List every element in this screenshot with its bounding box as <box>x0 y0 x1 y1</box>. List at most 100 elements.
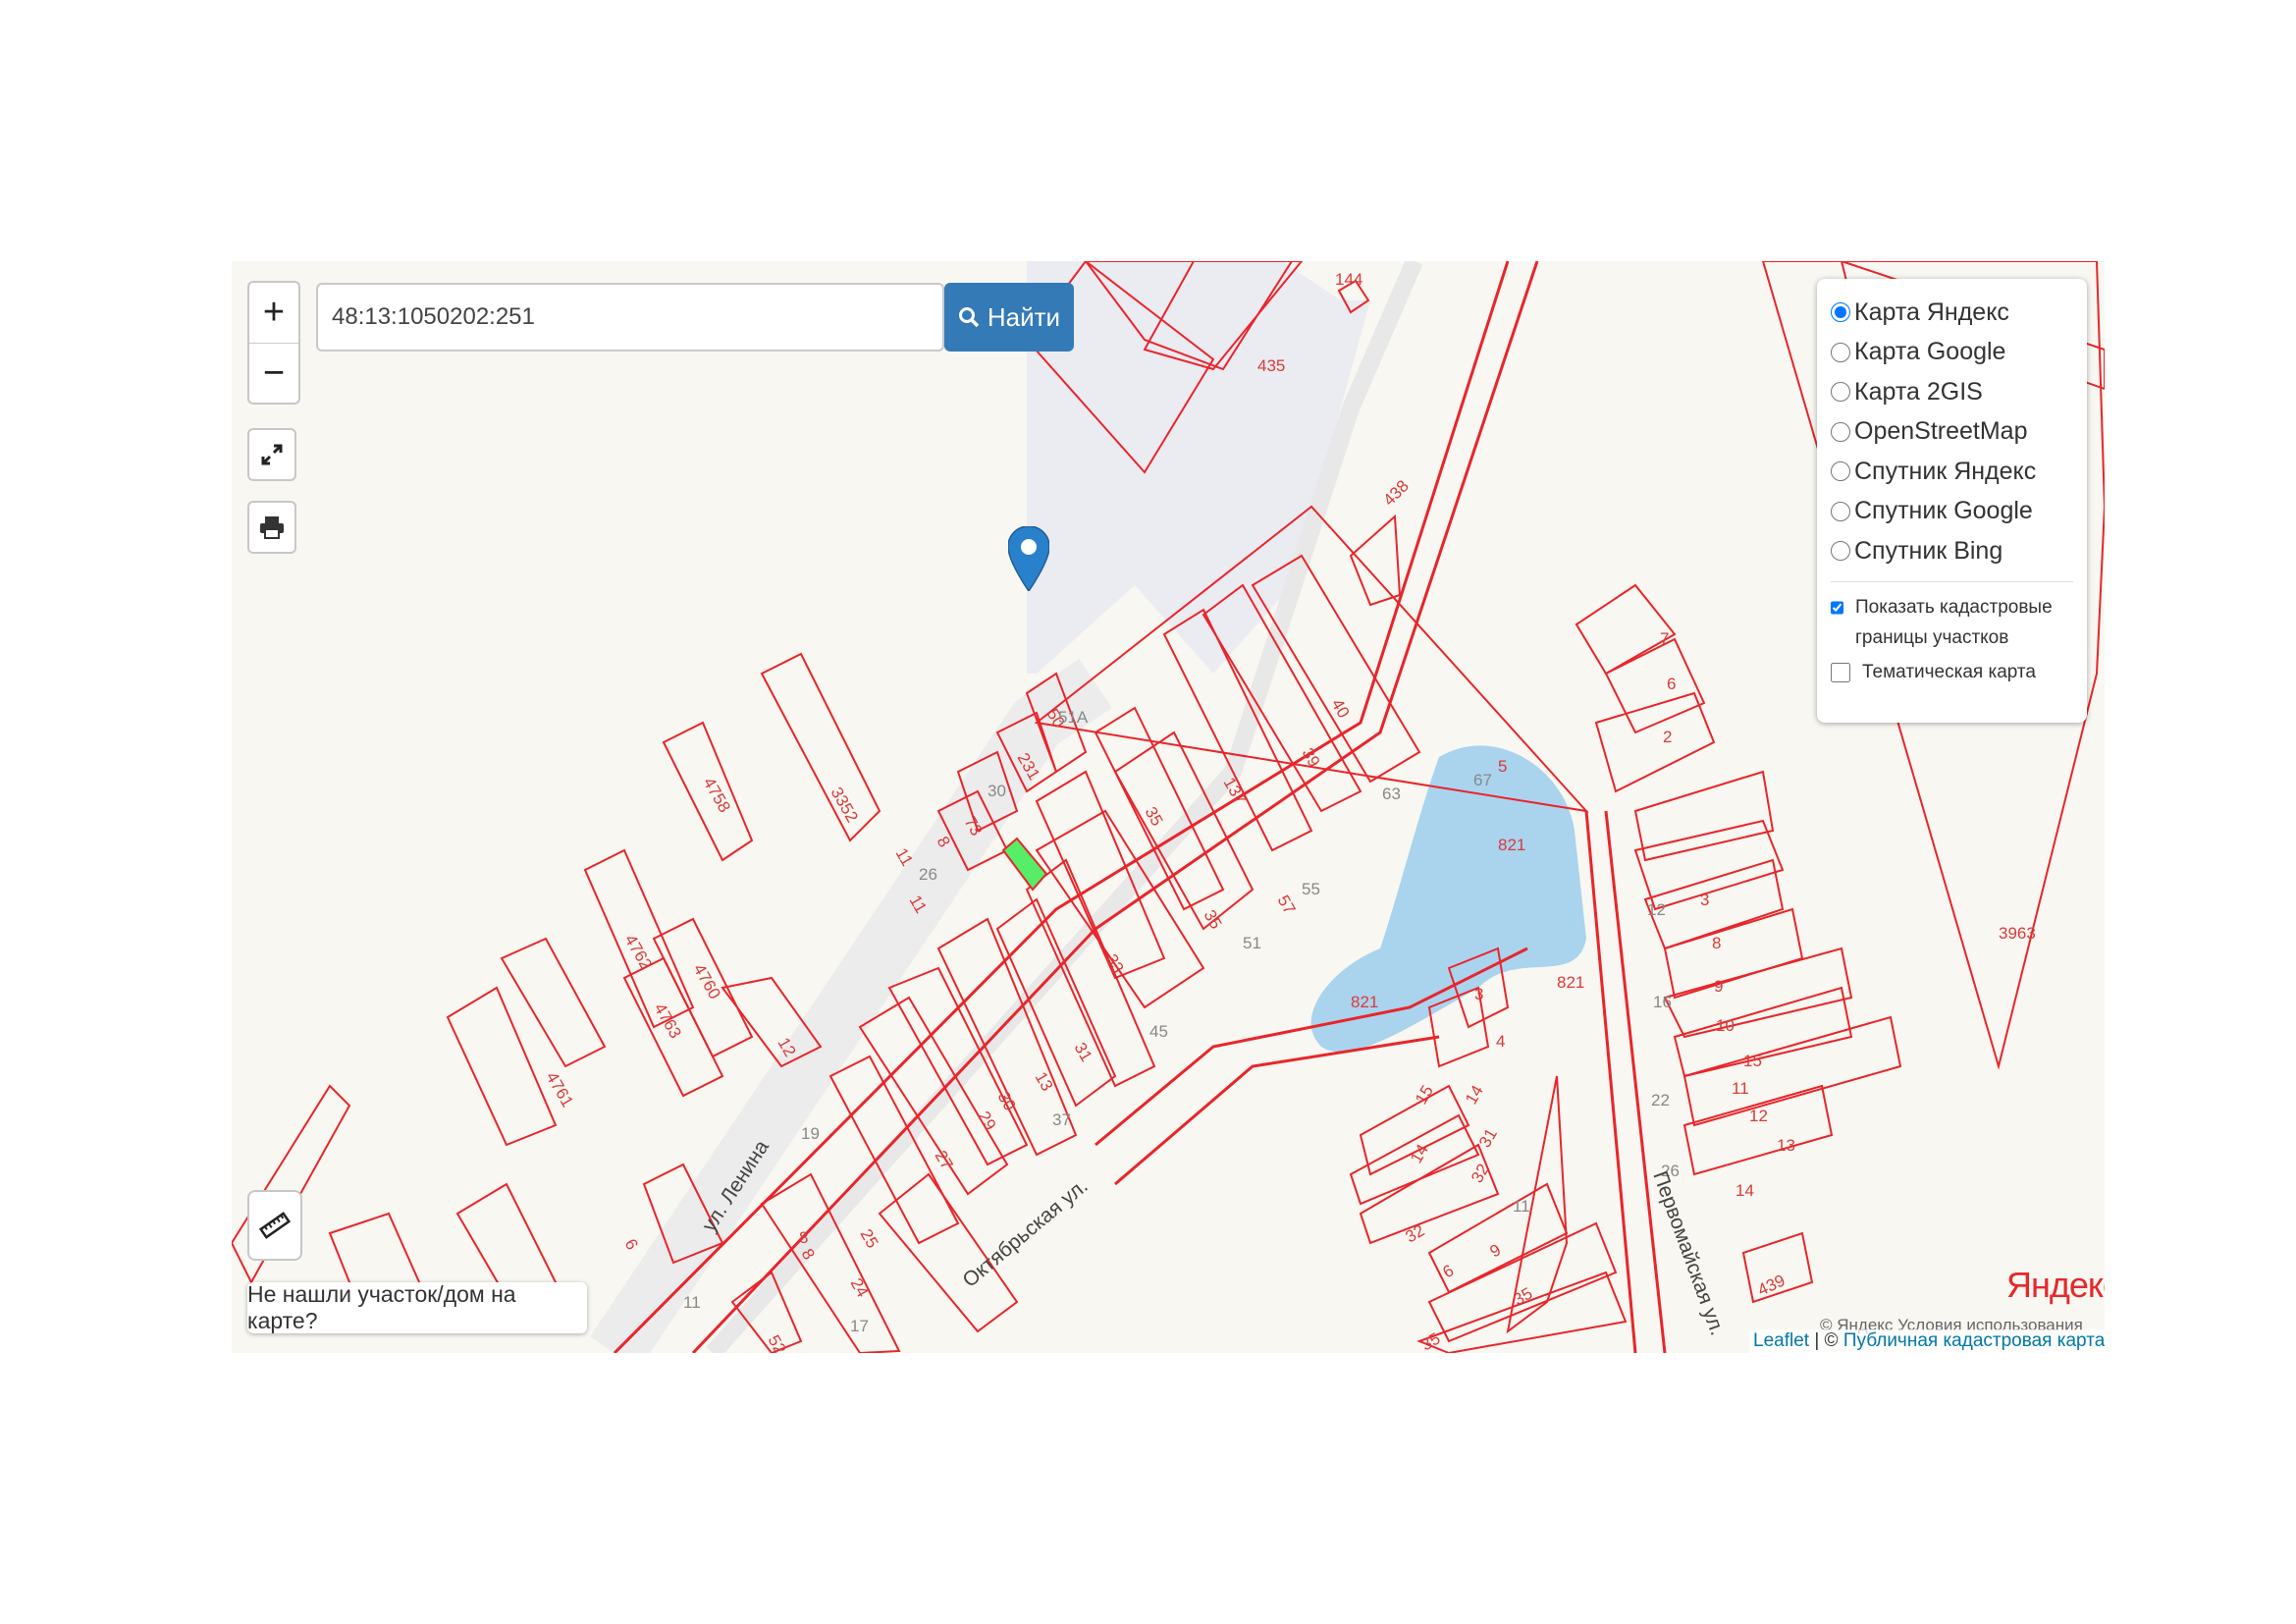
svg-text:55: 55 <box>1302 880 1320 898</box>
svg-text:11: 11 <box>1732 1079 1749 1098</box>
svg-text:3: 3 <box>1700 891 1709 909</box>
selected-parcel[interactable] <box>1001 837 1048 892</box>
svg-text:8: 8 <box>799 1228 808 1247</box>
yandex-logo[interactable]: Яндекс <box>2006 1265 2105 1306</box>
svg-text:4762: 4762 <box>621 932 656 973</box>
svg-text:37: 37 <box>1052 1110 1071 1129</box>
svg-text:29: 29 <box>975 1109 1000 1134</box>
svg-text:5: 5 <box>1498 757 1507 776</box>
svg-text:435: 435 <box>1257 356 1285 375</box>
svg-text:67: 67 <box>1473 771 1492 789</box>
svg-text:6: 6 <box>1667 675 1676 693</box>
svg-text:51: 51 <box>1243 934 1261 952</box>
zoom-out-button[interactable]: − <box>249 343 298 404</box>
basemap-label: Карта Google <box>1854 338 2006 366</box>
basemap-radio[interactable] <box>1831 501 1850 521</box>
svg-text:24: 24 <box>847 1275 873 1301</box>
fullscreen-icon <box>261 444 283 465</box>
svg-text:19: 19 <box>801 1124 820 1143</box>
svg-text:13: 13 <box>1032 1069 1057 1095</box>
svg-text:15: 15 <box>1743 1052 1762 1070</box>
svg-text:57: 57 <box>1274 893 1300 918</box>
svg-text:3963: 3963 <box>1999 924 2036 943</box>
basemap-label: Спутник Google <box>1854 497 2033 525</box>
overlay-option-thematic[interactable]: Тематическая карта <box>1831 657 2073 687</box>
measure-button[interactable] <box>247 1190 302 1261</box>
svg-text:821: 821 <box>1351 993 1378 1011</box>
svg-text:26: 26 <box>919 865 937 884</box>
layers-divider <box>1831 580 2073 582</box>
svg-text:45: 45 <box>1149 1022 1168 1041</box>
basemap-radio[interactable] <box>1831 342 1850 362</box>
street-labels: ул. Ленина Октябрьская ул. Первомайская … <box>698 1136 1729 1338</box>
zoom-in-button[interactable]: + <box>249 283 298 343</box>
cadastral-number-search-input[interactable] <box>316 283 944 352</box>
zoom-control: + − <box>247 281 300 405</box>
svg-text:32: 32 <box>1468 1161 1493 1186</box>
basemap-option[interactable]: Карта 2GIS <box>1831 372 2073 412</box>
svg-text:144: 144 <box>1335 270 1362 289</box>
svg-text:10: 10 <box>1716 1016 1735 1035</box>
pkk-link[interactable]: Публичная кадастровая карта, <box>1843 1330 2105 1351</box>
svg-text:14: 14 <box>1462 1082 1487 1108</box>
svg-text:63: 63 <box>1382 785 1401 803</box>
basemap-radio[interactable] <box>1831 302 1850 323</box>
printer-icon <box>260 516 284 539</box>
find-button-label: Найти <box>987 301 1061 332</box>
basemap-radio[interactable] <box>1831 541 1850 562</box>
svg-text:12: 12 <box>1749 1107 1768 1125</box>
svg-text:22: 22 <box>1651 1091 1670 1110</box>
svg-text:30: 30 <box>988 782 1006 800</box>
basemap-option[interactable]: Спутник Google <box>1831 492 2073 532</box>
svg-text:4758: 4758 <box>700 775 734 816</box>
svg-text:11: 11 <box>1513 1197 1530 1216</box>
svg-text:9: 9 <box>1487 1240 1505 1261</box>
location-marker-icon[interactable] <box>1008 526 1049 591</box>
basemap-radio[interactable] <box>1831 421 1850 442</box>
overlay-label: Показать кадастровые границы участков <box>1855 596 2053 648</box>
basemap-option[interactable]: Карта Яндекс <box>1831 293 2073 333</box>
basemap-option[interactable]: Карта Google <box>1831 333 2073 373</box>
svg-text:439: 439 <box>1755 1271 1789 1299</box>
ruler-icon <box>258 1212 292 1239</box>
svg-text:51А: 51А <box>1058 708 1089 727</box>
attribution-separator: | © <box>1809 1330 1843 1351</box>
svg-text:6: 6 <box>621 1236 642 1254</box>
svg-text:2: 2 <box>1663 728 1672 746</box>
basemap-radio[interactable] <box>1831 461 1850 482</box>
svg-text:Октябрьская ул.: Октябрьская ул. <box>958 1174 1092 1292</box>
search-icon <box>958 307 980 328</box>
svg-text:31: 31 <box>1071 1040 1096 1065</box>
basemap-radio[interactable] <box>1831 382 1850 403</box>
cadastral-borders-checkbox[interactable] <box>1831 597 1843 618</box>
basemap-label: Спутник Bing <box>1854 536 2003 565</box>
svg-text:25: 25 <box>857 1226 882 1252</box>
overlay-label: Тематическая карта <box>1862 661 2036 682</box>
map-attribution: Leaflet | © Публичная кадастровая карта,… <box>1749 1329 2105 1353</box>
svg-text:4761: 4761 <box>543 1069 577 1110</box>
svg-text:4: 4 <box>1496 1032 1505 1051</box>
basemap-option[interactable]: OpenStreetMap <box>1831 412 2073 453</box>
svg-text:7: 7 <box>1660 629 1669 648</box>
svg-text:438: 438 <box>1379 476 1412 509</box>
svg-text:3: 3 <box>1474 985 1483 1003</box>
print-button[interactable] <box>247 501 296 554</box>
svg-text:16: 16 <box>1653 993 1672 1011</box>
svg-text:12: 12 <box>1647 900 1666 919</box>
map-viewport[interactable]: 144 435 438 7 6 2 50 51А 231 30 40 39 63… <box>232 261 2105 1353</box>
basemap-option[interactable]: Спутник Bing <box>1831 531 2073 571</box>
basemap-label: OpenStreetMap <box>1854 417 2028 446</box>
basemap-label: Карта Яндекс <box>1854 298 2009 326</box>
thematic-map-checkbox[interactable] <box>1831 662 1850 682</box>
svg-text:4763: 4763 <box>651 1001 685 1042</box>
basemap-option[interactable]: Спутник Яндекс <box>1831 452 2073 492</box>
fullscreen-button[interactable] <box>247 428 296 481</box>
leaflet-link[interactable]: Leaflet <box>1753 1330 1809 1351</box>
not-found-button[interactable]: Не нашли участок/дом на карте? <box>247 1281 587 1333</box>
svg-text:14: 14 <box>1735 1181 1754 1200</box>
svg-text:8: 8 <box>1712 934 1721 952</box>
overlay-option-cadastral[interactable]: Показать кадастровые границы участков <box>1831 592 2073 653</box>
svg-text:9: 9 <box>1714 977 1723 996</box>
svg-text:32: 32 <box>1403 1221 1428 1247</box>
find-button[interactable]: Найти <box>944 283 1074 352</box>
